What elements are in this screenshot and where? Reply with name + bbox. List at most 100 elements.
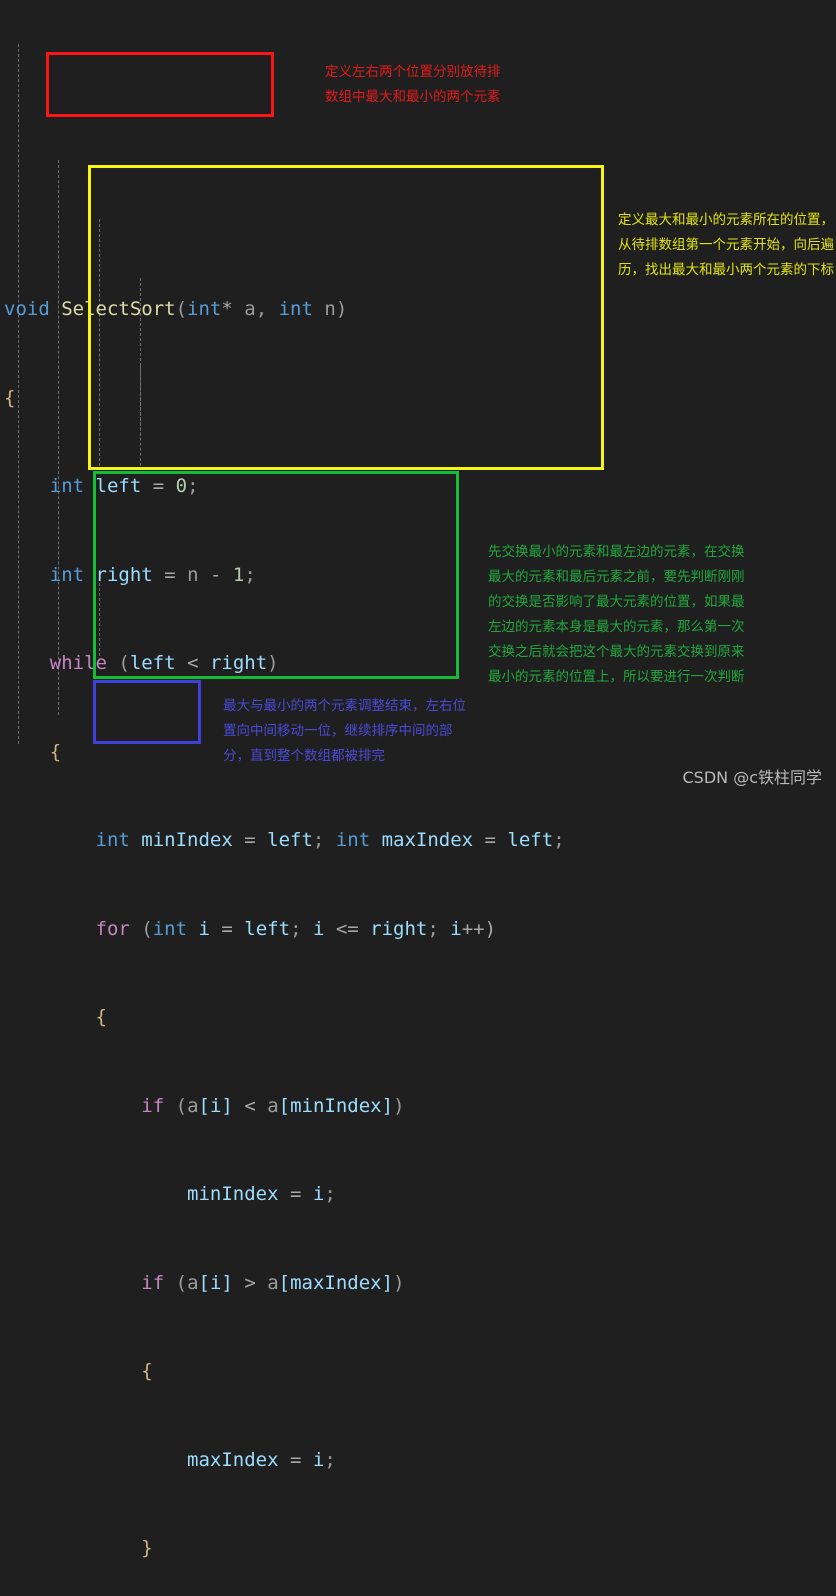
code-token: = [473,829,508,851]
annotation-blue: 最大与最小的两个元素调整结束，左右位 置向中间移动一位，继续排序中间的部 分，直… [223,698,466,764]
code-token: ] [381,1094,394,1117]
code-token: < [175,652,210,674]
code-token: = [141,475,176,497]
annotation-yellow: 定义最大和最小的元素所在的位置， 从待排数组第一个元素开始，向后遍 历，找出最大… [618,212,834,278]
code-line[interactable]: void SelectSort(int* a, int n) [0,295,836,325]
code-token: a [187,1271,199,1294]
code-token: left [244,917,291,940]
code-token: while [49,652,107,674]
code-token: [ [278,1271,291,1294]
code-token: * [221,298,245,320]
code-line[interactable]: } [0,1534,836,1564]
code-token: a [187,1094,199,1117]
code-token: ] [221,1094,233,1117]
annotation-green: 先交换最小的元素和最左边的元素，在交换 最大的元素和最后元素之前，要先判断刚刚 … [488,544,745,685]
code-token: ; [427,917,451,940]
code-token: n [312,298,336,320]
code-token: 1 [232,563,245,586]
code-line[interactable]: if (a[i] > a[maxIndex]) [0,1269,836,1299]
code-token: minIndex [141,829,233,851]
code-token: left [95,475,142,497]
indent-guide-5 [140,366,142,466]
code-token: , [255,298,279,320]
code-token: minIndex [187,1183,279,1205]
annotation-red: 定义左右两个位置分别放待排 数组中最大和最小的两个元素 [325,64,501,105]
indent-guide-2 [58,160,60,715]
code-token: ) [393,1271,405,1294]
code-token: - [198,563,233,586]
code-token: int [95,829,130,851]
code-token: { [95,1006,107,1028]
code-token: = [152,563,188,586]
code-token: { [141,1360,153,1382]
code-token: = [232,829,268,851]
indent-guide-3 [99,219,101,466]
code-token: if [141,1271,165,1294]
code-token: i [209,1271,222,1294]
code-token: < [232,1094,268,1117]
code-token: [ [278,1094,291,1117]
code-token: i [450,917,462,940]
code-token: minIndex [290,1094,382,1117]
code-token: int [335,829,371,851]
code-token: ) [267,652,279,674]
code-token: ; [324,1448,336,1471]
code-token: i [198,917,210,940]
code-token: { [4,386,16,409]
code-token: ) [393,1094,405,1117]
code-line[interactable]: { [0,384,836,414]
code-line[interactable]: int minIndex = left; int maxIndex = left… [0,826,836,856]
code-token: int [49,563,85,586]
code-token: n [187,563,199,586]
code-token: ( [164,1094,188,1117]
code-token: ; [244,563,256,586]
code-token: int [187,298,222,320]
code-token: int [278,298,313,320]
code-token: left [267,829,313,851]
code-token: ; [553,829,565,851]
code-line[interactable]: maxIndex = i; [0,1446,836,1476]
code-token: left [507,829,554,851]
code-token: ) [335,298,348,320]
code-token: a [244,298,256,320]
code-token: > [232,1271,268,1294]
code-token: right [370,917,428,940]
code-token: <= [324,917,371,940]
code-token: ( [175,298,188,320]
code-token: ; [312,829,336,851]
code-line[interactable]: int left = 0; [0,472,836,502]
code-token: maxIndex [381,829,474,851]
code-token: i [312,1448,325,1471]
code-token: int [152,917,188,940]
code-token: a [267,1094,279,1117]
code-token: void [4,298,62,320]
code-line[interactable]: if (a[i] < a[minIndex]) [0,1092,836,1122]
code-token: ( [164,1271,188,1294]
code-token: ++) [461,917,497,940]
code-token: = [278,1448,313,1471]
code-line[interactable]: { [0,1003,836,1033]
code-token: int [49,475,85,497]
code-line[interactable]: { [0,1357,836,1387]
code-line[interactable]: minIndex = i; [0,1180,836,1210]
code-token: i [312,917,325,940]
code-token: ( [129,917,153,940]
code-token: right [209,652,268,674]
code-line[interactable]: for (int i = left; i <= right; i++) [0,915,836,945]
code-token: { [49,740,62,763]
